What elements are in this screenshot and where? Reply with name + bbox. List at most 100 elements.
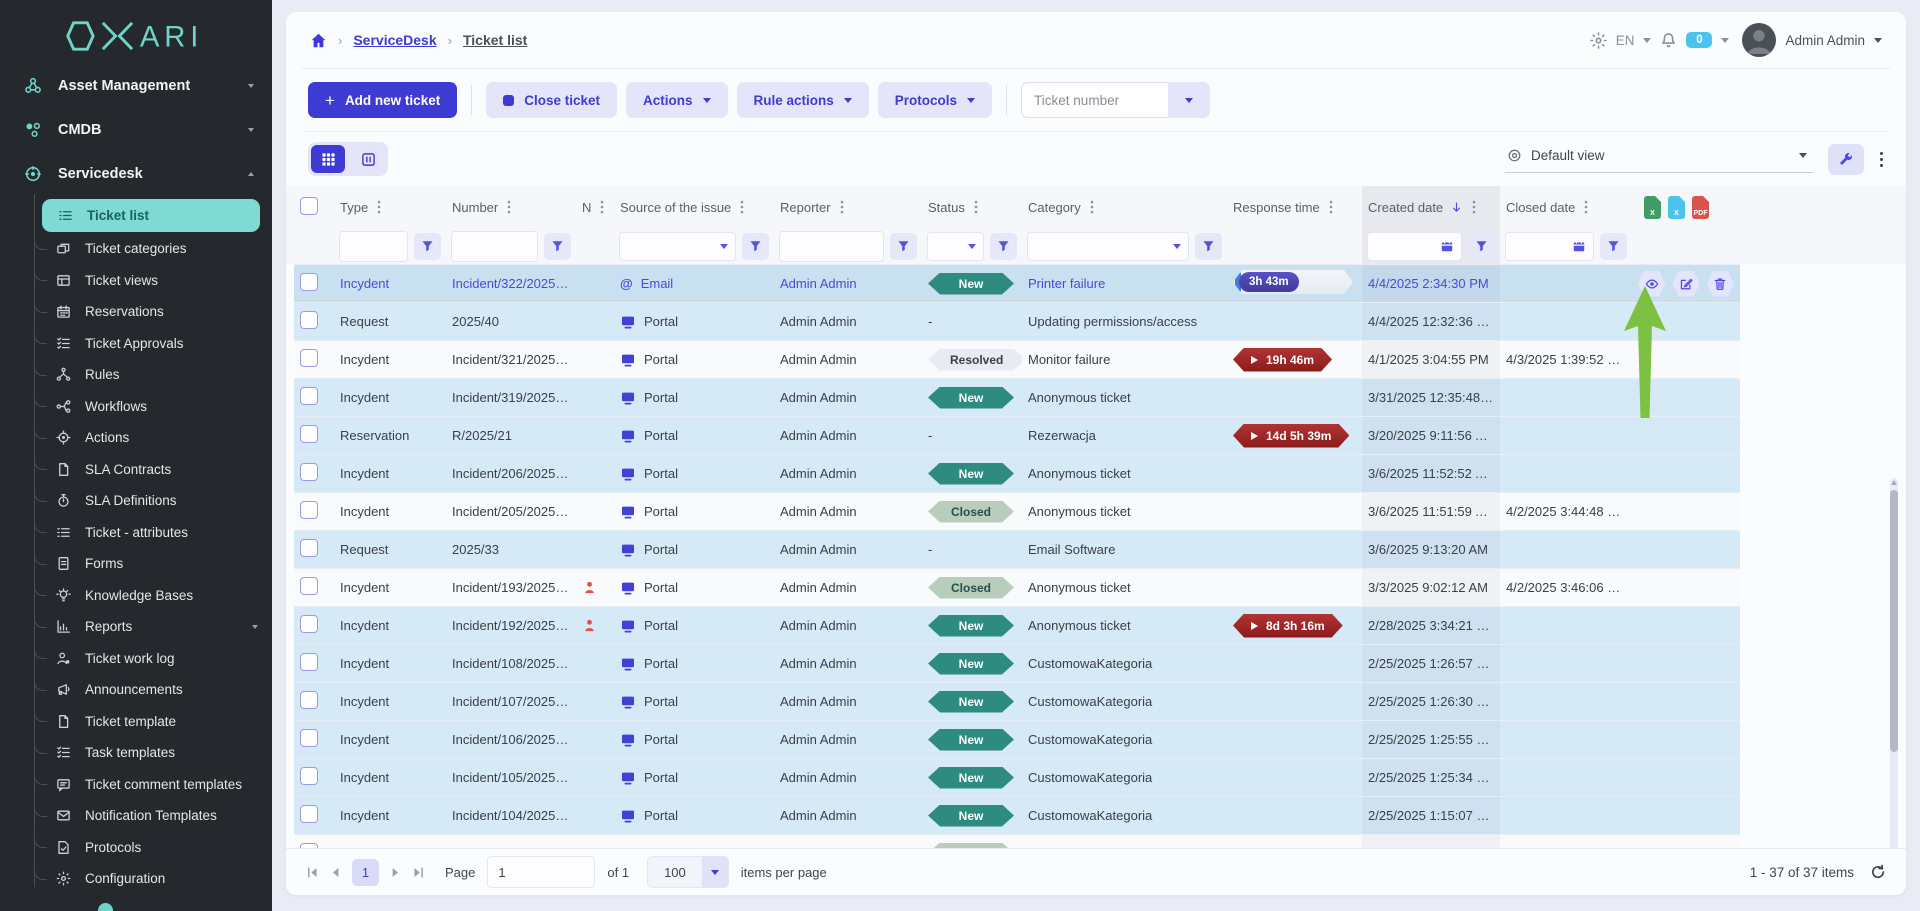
sidebar-item-ticket-attributes[interactable]: Ticket - attributes: [0, 517, 272, 549]
row-checkbox[interactable]: [300, 311, 318, 329]
sidebar-item-ticket-list[interactable]: Ticket list: [42, 199, 260, 232]
close-ticket-button[interactable]: Close ticket: [486, 82, 617, 118]
actions-dropdown[interactable]: Actions: [626, 82, 728, 118]
row-checkbox[interactable]: [300, 767, 318, 785]
filter-select-category[interactable]: [1027, 232, 1189, 261]
row-checkbox[interactable]: [300, 843, 318, 848]
language-chevron-icon[interactable]: [1643, 38, 1651, 43]
export-csv-icon[interactable]: X: [1668, 196, 1685, 219]
ticket-number-input[interactable]: [1021, 82, 1168, 118]
sidebar-item-configuration[interactable]: Configuration: [0, 863, 272, 895]
bell-icon[interactable]: [1660, 32, 1677, 49]
column-header-flag[interactable]: N: [576, 186, 614, 228]
column-header-response[interactable]: Response time: [1227, 186, 1362, 228]
sidebar-item-ticket-categories[interactable]: Ticket categories: [0, 233, 272, 265]
language-selector[interactable]: EN: [1616, 33, 1635, 48]
filter-select-source[interactable]: [619, 232, 736, 261]
sidebar-item-ticket-approvals[interactable]: Ticket Approvals: [0, 328, 272, 360]
filter-date-created[interactable]: [1367, 232, 1462, 261]
filter-funnel-button[interactable]: [742, 233, 769, 260]
column-header-category[interactable]: Category: [1022, 186, 1227, 228]
ticket-row[interactable]: IncydentIncident/205/2025/3/6PortalAdmin…: [294, 493, 1740, 531]
ticket-row[interactable]: IncydentIncident/322/2025/4/4@EmailAdmin…: [294, 265, 1740, 303]
ticket-row[interactable]: IncydentIncident/321/2025/4/1PortalAdmin…: [294, 341, 1740, 379]
column-menu-kebab[interactable]: [377, 200, 381, 214]
select-all-checkbox[interactable]: [300, 197, 318, 215]
filter-funnel-button[interactable]: [414, 233, 441, 260]
ticket-row[interactable]: IncydentIncident/108/2025/2/...PortalAdm…: [294, 645, 1740, 683]
filter-input-type[interactable]: [339, 231, 408, 262]
sidebar-item-reports[interactable]: Reports: [0, 611, 272, 643]
column-header-closed[interactable]: Closed date: [1500, 186, 1632, 228]
ticket-row[interactable]: IncydentIncident/105/2025/2/...PortalAdm…: [294, 759, 1740, 797]
current-page-button[interactable]: 1: [352, 859, 379, 886]
sort-desc-icon[interactable]: [1450, 201, 1463, 214]
more-options-kebab[interactable]: [1879, 151, 1884, 168]
sidebar-item-reservations[interactable]: Reservations: [0, 296, 272, 328]
sidebar-section-asset-management[interactable]: Asset Management: [0, 64, 272, 108]
breadcrumb-ticket-list[interactable]: Ticket list: [463, 32, 527, 48]
settings-gear-icon[interactable]: [1590, 32, 1607, 49]
sidebar-item-actions[interactable]: Actions: [0, 422, 272, 454]
row-checkbox[interactable]: [300, 615, 318, 633]
filter-input-number[interactable]: [451, 231, 538, 262]
last-page-button[interactable]: [412, 866, 425, 879]
column-header-actions[interactable]: XXPDF: [1632, 186, 1740, 228]
filter-funnel-button[interactable]: [890, 233, 917, 260]
add-new-ticket-button[interactable]: + Add new ticket: [308, 82, 457, 118]
sidebar-item-protocols[interactable]: Protocols: [0, 832, 272, 864]
sidebar-item-sla-definitions[interactable]: SLA Definitions: [0, 485, 272, 517]
row-checkbox[interactable]: [300, 349, 318, 367]
first-page-button[interactable]: [306, 866, 319, 879]
row-checkbox[interactable]: [300, 577, 318, 595]
row-checkbox[interactable]: [300, 653, 318, 671]
export-xls-icon[interactable]: X: [1644, 196, 1661, 219]
column-menu-kebab[interactable]: [1584, 200, 1588, 214]
ticket-row[interactable]: IncydentIncident/103/2025/2/...PortalAdm…: [294, 835, 1740, 849]
column-menu-kebab[interactable]: [600, 200, 604, 214]
filter-select-status[interactable]: [927, 232, 984, 261]
row-checkbox[interactable]: [300, 501, 318, 519]
ticket-row[interactable]: Request2025/33PortalAdmin Admin-Email So…: [294, 531, 1740, 569]
prev-page-button[interactable]: [329, 866, 342, 879]
user-name[interactable]: Admin Admin: [1785, 33, 1865, 48]
column-header-number[interactable]: Number: [446, 186, 576, 228]
row-checkbox[interactable]: [300, 387, 318, 405]
ticket-row[interactable]: IncydentIncident/104/2025/2/...PortalAdm…: [294, 797, 1740, 835]
ticket-row[interactable]: Request2025/40PortalAdmin Admin-Updating…: [294, 303, 1740, 341]
user-menu-chevron-icon[interactable]: [1874, 38, 1882, 43]
column-menu-kebab[interactable]: [740, 200, 744, 214]
row-checkbox[interactable]: [300, 539, 318, 557]
sidebar-section-servicedesk[interactable]: Servicedesk: [0, 152, 272, 196]
column-header-reporter[interactable]: Reporter: [774, 186, 922, 228]
column-menu-kebab[interactable]: [1329, 200, 1333, 214]
sidebar-item-ticket-views[interactable]: Ticket views: [0, 265, 272, 297]
filter-funnel-button[interactable]: [1195, 233, 1222, 260]
notification-chevron-icon[interactable]: [1721, 38, 1729, 43]
delete-button[interactable]: [1707, 271, 1734, 297]
sidebar-item-ticket-template[interactable]: Ticket template: [0, 706, 272, 738]
vertical-scrollbar[interactable]: [1890, 478, 1898, 848]
ticket-row[interactable]: IncydentIncident/106/2025/2/...PortalAdm…: [294, 721, 1740, 759]
sidebar-item-knowledge-bases[interactable]: Knowledge Bases: [0, 580, 272, 612]
ticket-row[interactable]: IncydentIncident/107/2025/2/...PortalAdm…: [294, 683, 1740, 721]
avatar[interactable]: [1742, 23, 1776, 57]
scrollbar-thumb[interactable]: [1890, 490, 1898, 752]
sidebar-item-rules[interactable]: Rules: [0, 359, 272, 391]
column-header-status[interactable]: Status: [922, 186, 1022, 228]
filter-input-reporter[interactable]: [779, 231, 884, 262]
edit-button[interactable]: [1672, 271, 1699, 297]
view-select[interactable]: Default view: [1505, 146, 1813, 173]
column-view-toggle[interactable]: [351, 145, 385, 173]
sidebar-item-ticket-work-log[interactable]: Ticket work log: [0, 643, 272, 675]
breadcrumb-servicedesk[interactable]: ServiceDesk: [353, 32, 436, 48]
column-header-type[interactable]: Type: [334, 186, 446, 228]
row-checkbox[interactable]: [300, 425, 318, 443]
filter-date-closed[interactable]: [1505, 232, 1594, 261]
column-menu-kebab[interactable]: [974, 200, 978, 214]
sidebar-item-task-templates[interactable]: Task templates: [0, 737, 272, 769]
ticket-row[interactable]: ReservationR/2025/21PortalAdmin Admin-Re…: [294, 417, 1740, 455]
protocols-dropdown[interactable]: Protocols: [878, 82, 992, 118]
rule-actions-dropdown[interactable]: Rule actions: [737, 82, 869, 118]
row-checkbox[interactable]: [300, 805, 318, 823]
